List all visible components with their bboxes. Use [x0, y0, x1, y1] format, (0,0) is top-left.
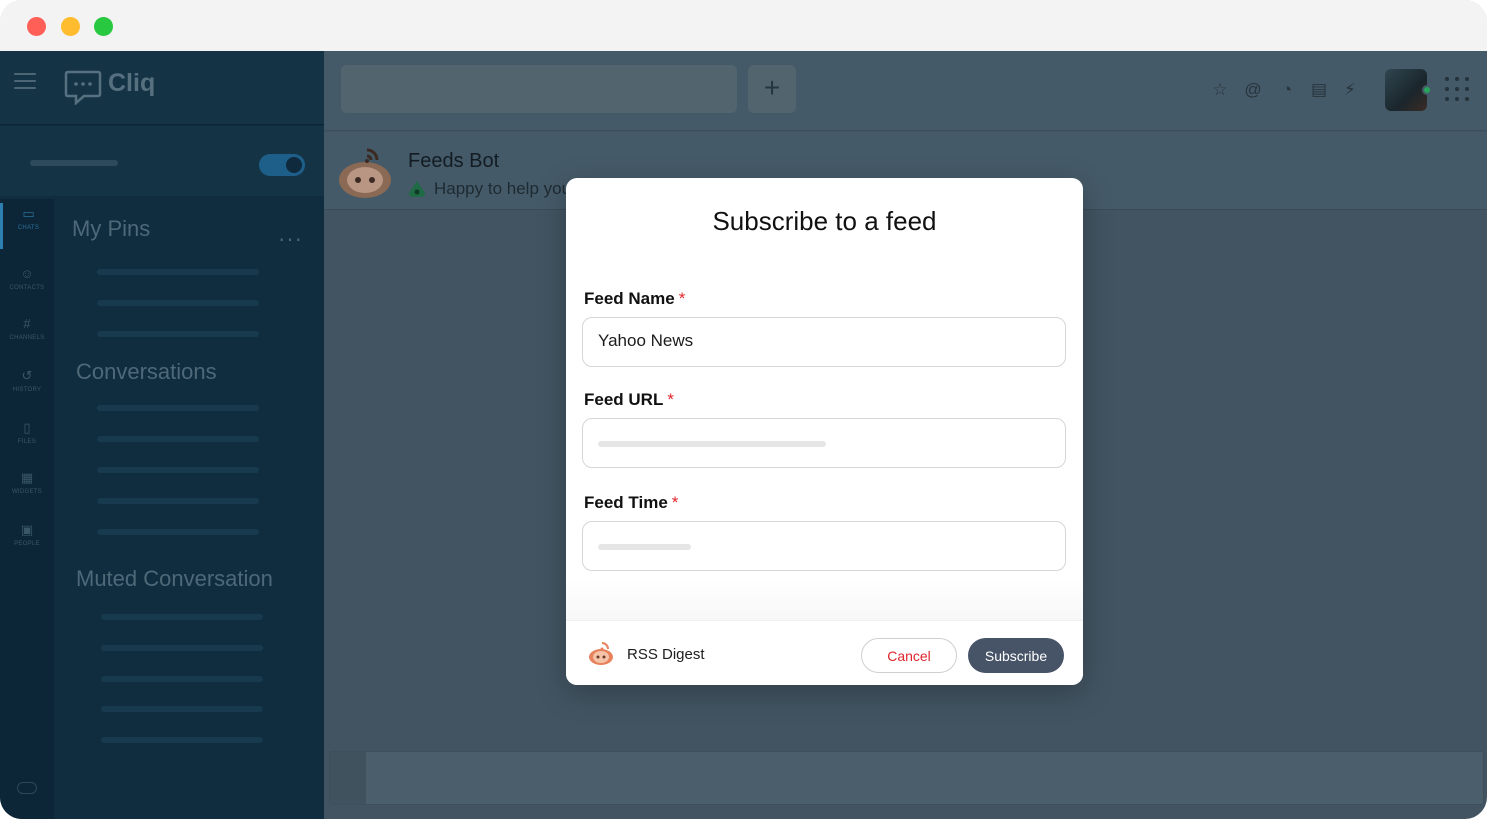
rail-label: CONTACTS: [9, 285, 45, 291]
footer-bot-name: RSS Digest: [627, 646, 705, 663]
feed-time-placeholder: [598, 544, 691, 550]
star-icon[interactable]: ☆: [1209, 79, 1231, 101]
rail-item-people[interactable]: ▣ PEOPLE: [0, 519, 54, 565]
required-mark: *: [678, 289, 686, 308]
cliq-logo-icon: [64, 70, 102, 105]
bot-name: Feeds Bot: [408, 150, 500, 172]
logo-bar: Cliq: [0, 51, 324, 125]
add-button[interactable]: +: [748, 65, 796, 113]
status-toggle[interactable]: [259, 154, 305, 176]
people-icon: ▣: [20, 522, 34, 537]
rail-item-widgets[interactable]: ▦ WIDGETS: [0, 467, 54, 513]
field-label-text: Feed URL: [584, 390, 664, 409]
menu-icon[interactable]: [14, 73, 36, 89]
list-item[interactable]: [101, 737, 263, 743]
close-window-button[interactable]: [27, 17, 46, 36]
chat-icon: ▭: [22, 206, 35, 221]
rail-item-channels[interactable]: # CHANNELS: [0, 313, 54, 359]
rail-label: FILES: [17, 439, 37, 445]
list-item[interactable]: [97, 436, 259, 442]
feed-time-label: Feed Time *: [584, 493, 678, 513]
status-row: [0, 126, 324, 196]
rail-item-chats[interactable]: ▭ CHATS: [0, 203, 54, 249]
mention-icon[interactable]: @: [1242, 79, 1264, 101]
subscribe-feed-dialog: Subscribe to a feed Feed Name * Yahoo New…: [566, 178, 1083, 685]
feeds-bot-avatar-icon: [339, 148, 391, 198]
rail-item-files[interactable]: ▯ FILES: [0, 417, 54, 463]
list-item[interactable]: [101, 706, 263, 712]
feed-url-placeholder: [598, 441, 826, 447]
cancel-button[interactable]: Cancel: [861, 638, 957, 673]
list-item[interactable]: [101, 676, 263, 682]
field-label-text: Feed Name: [584, 289, 675, 308]
online-status-icon: [1422, 85, 1432, 95]
section-title-conversations: Conversations: [76, 359, 217, 384]
rail-label: CHANNELS: [9, 335, 45, 341]
calendar-icon[interactable]: ▤: [1308, 79, 1330, 101]
list-item[interactable]: [101, 645, 263, 651]
rail-item-contacts[interactable]: ☺ CONTACTS: [0, 263, 54, 309]
rail-label: HISTORY: [12, 387, 42, 393]
file-icon: ▯: [23, 420, 31, 435]
rail-label: PEOPLE: [14, 541, 40, 547]
list-item[interactable]: [97, 405, 259, 411]
rss-digest-bot-icon: [589, 642, 613, 665]
list-item[interactable]: [97, 529, 259, 535]
widgets-icon: ▦: [20, 470, 34, 485]
sidebar: Cliq ▭ CHATS ☺ CONTACTS # CHANNELS ↺ HIS…: [0, 51, 324, 819]
nav-rail: ▭ CHATS ☺ CONTACTS # CHANNELS ↺ HISTORY …: [0, 199, 54, 819]
theme-toggle-icon[interactable]: [17, 782, 37, 794]
list-item[interactable]: [97, 300, 259, 306]
avatar[interactable]: [1385, 69, 1427, 111]
attachment-button[interactable]: [330, 752, 366, 804]
maximize-window-button[interactable]: [94, 17, 113, 36]
reminder-icon[interactable]: ◔: [1276, 79, 1298, 101]
minimize-window-button[interactable]: [61, 17, 80, 36]
bot-status: Happy to help you: [434, 179, 572, 198]
list-item[interactable]: [97, 498, 259, 504]
top-bar: + ☆ @ ◔ ▤ ⚡: [324, 51, 1487, 131]
plug-icon[interactable]: ⚡: [1339, 79, 1361, 101]
rail-label: WIDGETS: [11, 489, 43, 495]
dialog-title: Subscribe to a feed: [712, 206, 937, 236]
search-input[interactable]: [341, 65, 737, 113]
rail-item-history[interactable]: ↺ HISTORY: [0, 365, 54, 411]
field-label-text: Feed Time: [584, 493, 668, 512]
list-item[interactable]: [97, 467, 259, 473]
feed-name-value: Yahoo News: [598, 331, 694, 350]
section-title-pins: My Pins: [72, 216, 151, 241]
status-icon: [409, 181, 425, 197]
list-item[interactable]: [101, 614, 263, 620]
section-title-muted: Muted Conversation: [76, 566, 273, 591]
feed-url-label: Feed URL *: [584, 390, 674, 410]
dialog-fade: [566, 580, 1083, 620]
app-name: Cliq: [108, 69, 156, 97]
rail-label: CHATS: [17, 225, 40, 231]
feed-url-input[interactable]: [582, 418, 1066, 468]
list-item[interactable]: [97, 331, 259, 337]
subscribe-button[interactable]: Subscribe: [968, 638, 1064, 673]
dialog-footer: RSS Digest Cancel Subscribe: [566, 620, 1083, 685]
status-placeholder: [30, 160, 118, 166]
required-mark: *: [671, 493, 679, 512]
feed-name-label: Feed Name *: [584, 289, 685, 309]
feed-name-input[interactable]: Yahoo News: [582, 317, 1066, 367]
title-bar: [0, 0, 1487, 51]
message-composer[interactable]: [329, 751, 1484, 805]
hash-icon: #: [23, 316, 31, 331]
required-mark: *: [667, 390, 674, 409]
more-options-icon[interactable]: ···: [278, 226, 303, 252]
feed-time-input[interactable]: [582, 521, 1066, 571]
apps-grid-icon[interactable]: [1445, 77, 1469, 101]
history-icon: ↺: [21, 368, 33, 383]
list-item[interactable]: [97, 269, 259, 275]
contacts-icon: ☺: [20, 266, 34, 281]
